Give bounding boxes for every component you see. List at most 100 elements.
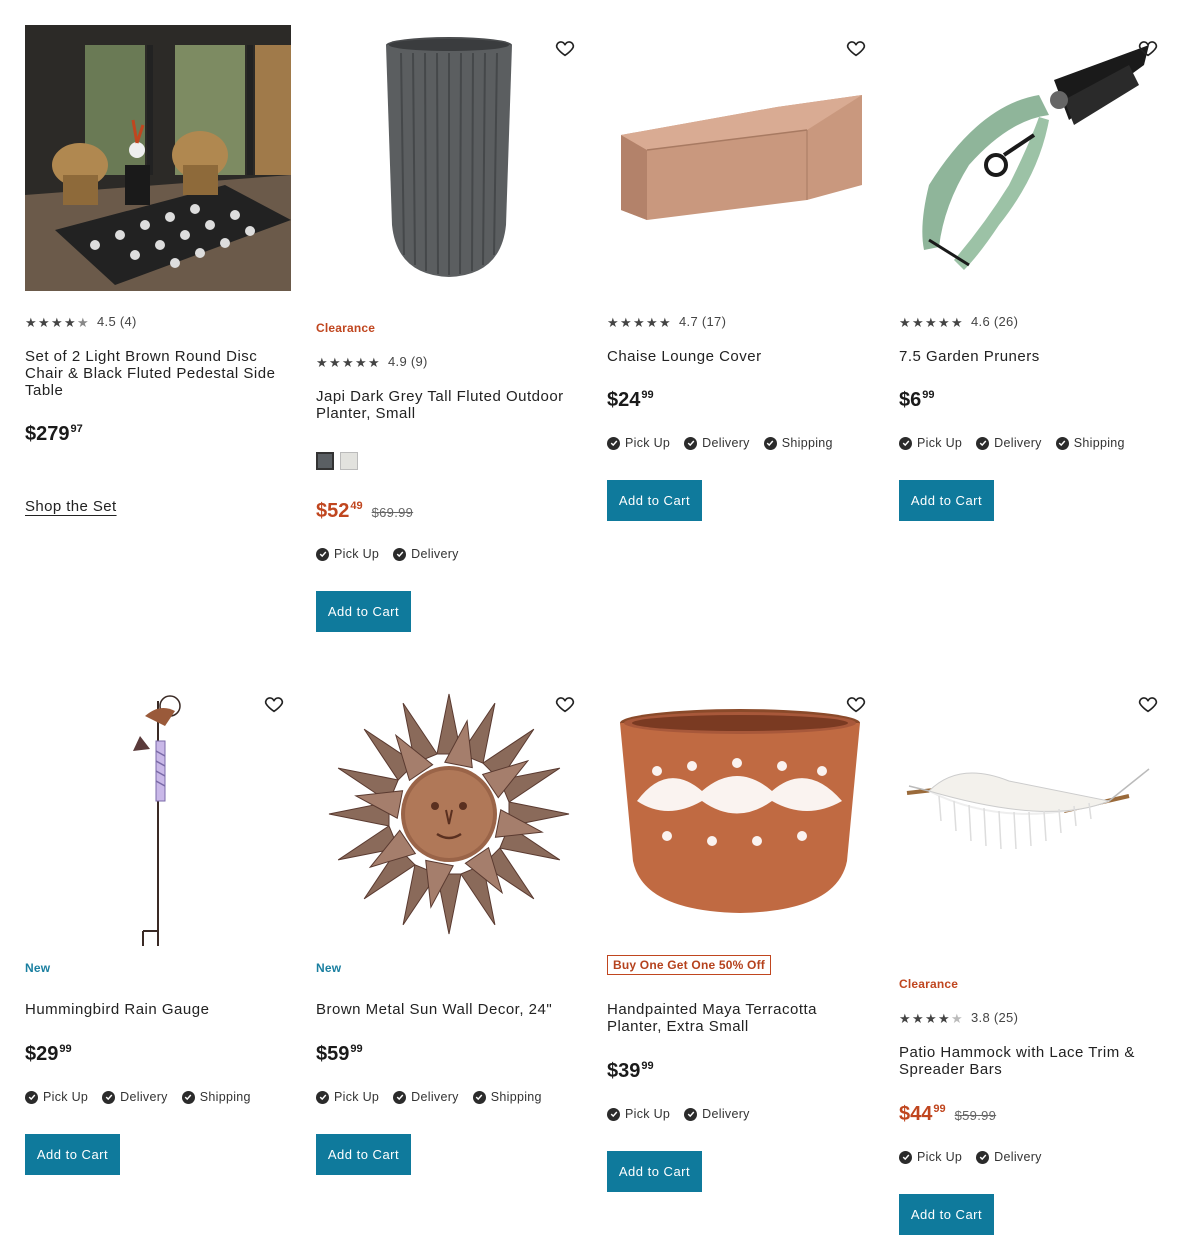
- fulfillment-option: Shipping: [763, 436, 833, 450]
- star-rating-icon: ★ ★ ★ ★ ★: [25, 315, 89, 330]
- price-cents: 99: [59, 1043, 72, 1055]
- product-card: ★ ★ ★ ★ ★ 4.6 (26) 7.5 Garden Pruners $6 99 …: [899, 25, 1165, 525]
- fulfillment-option: Pick Up: [25, 1090, 88, 1104]
- product-title[interactable]: Hummingbird Rain Gauge: [25, 1001, 287, 1018]
- check-icon: [976, 1150, 990, 1164]
- price-dollars: $279: [25, 423, 70, 445]
- fulfillment-label: Pick Up: [917, 436, 963, 450]
- price-dollars: $24: [607, 389, 641, 411]
- heart-icon[interactable]: [554, 693, 576, 715]
- price-cents: 99: [922, 389, 935, 401]
- product-image[interactable]: [316, 25, 582, 291]
- new-badge: New: [25, 961, 51, 975]
- fulfillment-label: Pick Up: [625, 436, 671, 450]
- add-to-cart-button[interactable]: Add to Cart: [316, 591, 411, 632]
- fulfillment-option: Pick Up: [899, 1150, 962, 1164]
- clearance-badge: Clearance: [316, 321, 376, 335]
- swatch-light[interactable]: [340, 452, 358, 470]
- check-icon: [684, 436, 698, 450]
- product-image[interactable]: [607, 25, 873, 291]
- check-icon: [316, 547, 329, 561]
- check-icon: [1055, 436, 1069, 450]
- product-card: Clearance ★ ★ ★ ★ ★ 3.8 (25) Patio Hammock w…: [899, 681, 1165, 1241]
- check-icon: [763, 436, 777, 450]
- fulfillment-label: Pick Up: [625, 1107, 671, 1121]
- heart-icon[interactable]: [845, 37, 867, 59]
- heart-icon[interactable]: [263, 693, 285, 715]
- fulfillment-label: Shipping: [781, 436, 833, 450]
- add-to-cart-button[interactable]: Add to Cart: [899, 480, 994, 521]
- product-image[interactable]: [25, 25, 291, 291]
- heart-icon[interactable]: [554, 37, 576, 59]
- clearance-badge: Clearance: [899, 977, 959, 991]
- product-image[interactable]: [316, 681, 582, 947]
- promo-badge: Buy One Get One 50% Off: [607, 955, 771, 975]
- rating-text: 4.6 (26): [971, 314, 1019, 329]
- product-image[interactable]: [899, 25, 1165, 291]
- product-title[interactable]: Set of 2 Light Brown Round Disc Chair & …: [25, 348, 287, 399]
- fulfillment-option: Delivery: [684, 1107, 750, 1121]
- fulfillment-options: Pick Up Delivery Shipping: [25, 1090, 251, 1104]
- check-icon: [607, 436, 620, 450]
- product-card: New Brown Metal Sun Wall Decor, 24" $59 …: [316, 681, 582, 1181]
- fulfillment-option: Delivery: [102, 1090, 168, 1104]
- add-to-cart-button[interactable]: Add to Cart: [899, 1194, 994, 1235]
- fulfillment-options: Pick Up Delivery Shipping: [607, 436, 833, 450]
- price: $59 99: [316, 1043, 363, 1065]
- product-title[interactable]: Chaise Lounge Cover: [607, 348, 869, 365]
- shop-the-set-link[interactable]: Shop the Set: [25, 498, 117, 515]
- fulfillment-option: Pick Up: [316, 547, 379, 561]
- check-icon: [899, 436, 912, 450]
- price-dollars: $59: [316, 1043, 350, 1065]
- product-image[interactable]: [607, 681, 873, 947]
- price-dollars: $44: [899, 1103, 933, 1125]
- fulfillment-label: Shipping: [1073, 436, 1125, 450]
- fulfillment-label: Delivery: [411, 1090, 459, 1104]
- star-rating-icon: ★ ★ ★ ★ ★: [607, 315, 671, 330]
- add-to-cart-button[interactable]: Add to Cart: [316, 1134, 411, 1175]
- price-cents: 99: [933, 1103, 946, 1115]
- fulfillment-label: Shipping: [490, 1090, 542, 1104]
- price-cents: 97: [70, 423, 83, 435]
- check-icon: [25, 1090, 38, 1104]
- product-title[interactable]: Patio Hammock with Lace Trim & Spreader …: [899, 1044, 1161, 1078]
- star-rating-icon: ★ ★ ★ ★ ★: [899, 315, 963, 330]
- fulfillment-option: Pick Up: [607, 436, 670, 450]
- price-cents: 49: [350, 500, 363, 512]
- heart-icon[interactable]: [1137, 693, 1159, 715]
- price: $29 99: [25, 1043, 72, 1065]
- product-title[interactable]: Brown Metal Sun Wall Decor, 24": [316, 1001, 578, 1018]
- product-title[interactable]: Handpainted Maya Terracotta Planter, Ext…: [607, 1001, 869, 1035]
- product-card: Clearance ★ ★ ★ ★ ★ 4.9 (9) Japi Dark Grey T…: [316, 25, 582, 635]
- check-icon: [316, 1090, 329, 1104]
- heart-icon[interactable]: [845, 693, 867, 715]
- product-image[interactable]: [899, 681, 1165, 947]
- fulfillment-label: Pick Up: [43, 1090, 89, 1104]
- price: $6 99: [899, 389, 935, 411]
- heart-icon[interactable]: [1137, 37, 1159, 59]
- price: $52 49 $69.99: [316, 500, 413, 522]
- product-card: Buy One Get One 50% Off Handpainted Maya…: [607, 681, 873, 1201]
- check-icon: [976, 436, 990, 450]
- new-badge: New: [316, 961, 342, 975]
- fulfillment-option: Delivery: [393, 547, 459, 561]
- add-to-cart-button[interactable]: Add to Cart: [607, 1151, 702, 1192]
- fulfillment-option: Delivery: [976, 1150, 1042, 1164]
- rating-text: 4.7 (17): [679, 314, 727, 329]
- product-image[interactable]: [25, 681, 291, 947]
- fulfillment-label: Delivery: [702, 436, 750, 450]
- add-to-cart-button[interactable]: Add to Cart: [25, 1134, 120, 1175]
- fulfillment-option: Pick Up: [899, 436, 962, 450]
- check-icon: [181, 1090, 195, 1104]
- add-to-cart-button[interactable]: Add to Cart: [607, 480, 702, 521]
- price: $39 99: [607, 1060, 654, 1082]
- rating: ★ ★ ★ ★ ★ 4.6 (26): [899, 314, 1019, 330]
- fulfillment-label: Pick Up: [917, 1150, 963, 1164]
- swatch-dark-grey[interactable]: [316, 452, 334, 470]
- fulfillment-label: Delivery: [411, 547, 459, 561]
- fulfillment-option: Delivery: [393, 1090, 459, 1104]
- product-title[interactable]: 7.5 Garden Pruners: [899, 348, 1161, 365]
- product-card: ★ ★ ★ ★ ★ 4.5 (4) Set of 2 Light Brown Round…: [25, 25, 291, 525]
- fulfillment-option: Pick Up: [316, 1090, 379, 1104]
- product-title[interactable]: Japi Dark Grey Tall Fluted Outdoor Plant…: [316, 388, 578, 422]
